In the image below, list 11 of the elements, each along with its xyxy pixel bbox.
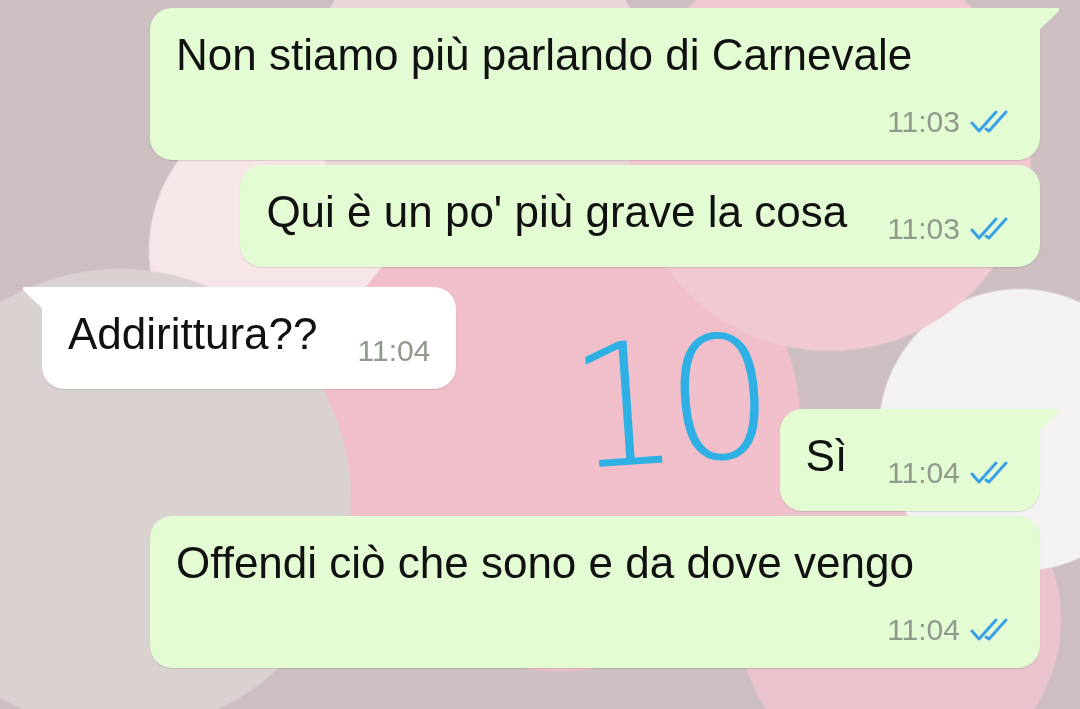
message-time: 11:04 [887,612,960,648]
message-text: Qui è un po' più grave la cosa [266,186,848,238]
message-time: 11:03 [887,104,960,140]
message-time: 11:03 [887,211,960,247]
message-text: Sì [805,430,848,482]
message-text: Addirittura?? [68,308,318,360]
message-text: Offendi ciò che sono e da dove vengo [176,537,914,589]
message-text: Non stiamo più parlando di Carnevale [176,29,913,81]
message-time: 11:04 [887,455,960,491]
handwritten-annotation: 10 [564,311,768,495]
message-time: 11:04 [357,333,431,369]
